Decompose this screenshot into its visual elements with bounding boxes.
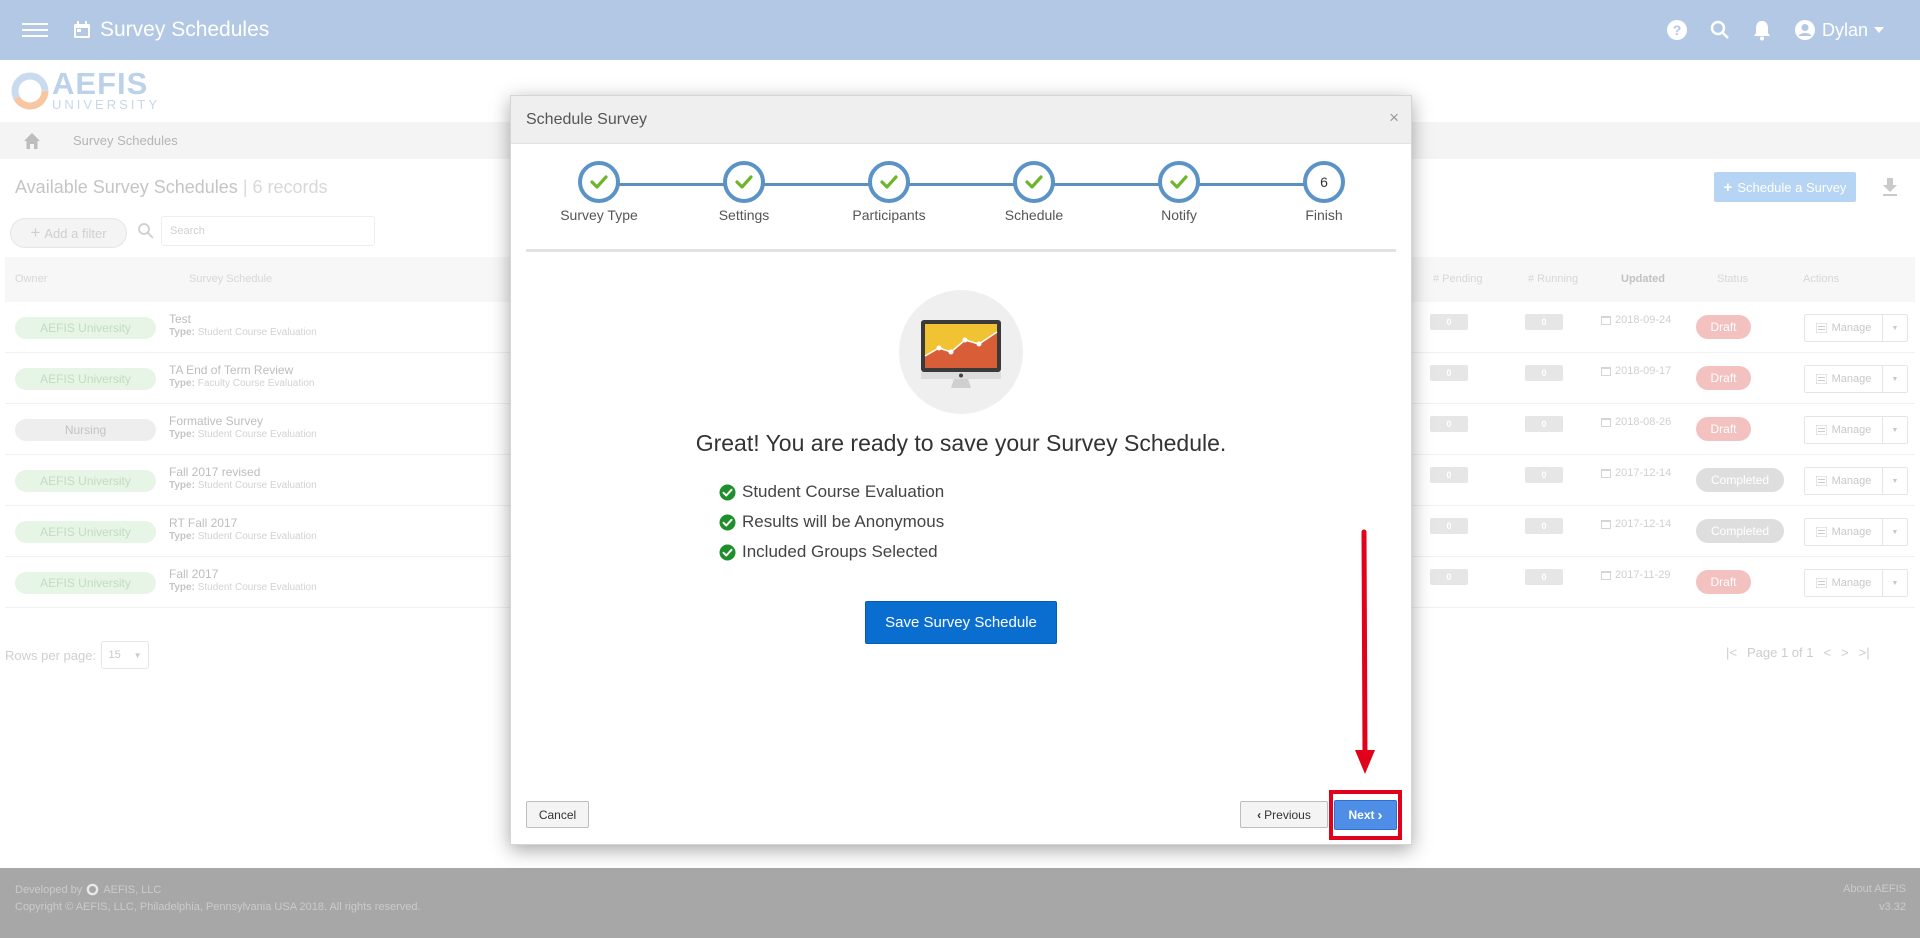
- step-circle: [1158, 161, 1200, 203]
- step-label: Notify: [1161, 207, 1197, 223]
- user-name: Dylan: [1821, 19, 1868, 40]
- finish-title: Great! You are ready to save your Survey…: [695, 430, 1227, 456]
- bell-icon[interactable]: [1752, 19, 1772, 41]
- chevron-down-icon: [1874, 27, 1884, 33]
- modal-header: Schedule Survey ×: [511, 96, 1411, 144]
- app-title: Survey Schedules: [100, 18, 270, 41]
- summary-text: Included Groups Selected: [742, 542, 938, 561]
- step-circle: 6: [1303, 161, 1345, 203]
- close-icon[interactable]: ×: [1389, 108, 1399, 128]
- check-icon: [1170, 175, 1188, 189]
- previous-button[interactable]: ‹ Previous: [1240, 801, 1328, 828]
- summary-text: Results will be Anonymous: [742, 512, 945, 531]
- step-number: 6: [1320, 174, 1328, 190]
- wizard-step-notify[interactable]: Notify: [1119, 161, 1239, 223]
- search-icon[interactable]: [1710, 20, 1730, 40]
- wizard-step-survey-type[interactable]: Survey Type: [539, 161, 659, 223]
- topbar-actions: ? Dylan: [1666, 0, 1884, 60]
- summary-item: Included Groups Selected: [719, 537, 944, 567]
- summary-text: Student Course Evaluation: [742, 482, 945, 501]
- chevron-left-icon: ‹: [1257, 807, 1262, 822]
- step-circle: [868, 161, 910, 203]
- next-button[interactable]: Next ›: [1334, 800, 1397, 830]
- wizard-step-finish[interactable]: 6 Finish: [1264, 161, 1384, 223]
- wizard-step-schedule[interactable]: Schedule: [974, 161, 1094, 223]
- step-label: Schedule: [1004, 207, 1064, 223]
- step-label: Finish: [1305, 207, 1343, 223]
- summary-item: Student Course Evaluation: [719, 477, 944, 507]
- monitor-chart-icon: [899, 290, 1023, 414]
- check-icon: [880, 175, 898, 189]
- top-bar: Survey Schedules ? Dylan: [0, 0, 1920, 60]
- save-survey-schedule-button[interactable]: Save Survey Schedule: [865, 601, 1057, 644]
- cancel-button[interactable]: Cancel: [526, 801, 589, 828]
- user-icon: [1794, 20, 1815, 40]
- svg-text:?: ?: [1673, 22, 1682, 38]
- check-icon: [1025, 175, 1043, 189]
- step-label: Participants: [852, 207, 926, 223]
- schedule-survey-modal: Schedule Survey × Survey Type Settings Par…: [510, 95, 1412, 845]
- annotation-arrow: [1355, 529, 1375, 774]
- calendar-icon: [74, 21, 90, 38]
- wizard-step-participants[interactable]: Participants: [829, 161, 949, 223]
- wizard-steps: Survey Type Settings Participants Schedule N…: [526, 144, 1396, 252]
- step-circle: [1013, 161, 1055, 203]
- finish-panel: Great! You are ready to save your Survey…: [511, 252, 1411, 739]
- modal-title: Schedule Survey: [526, 110, 647, 128]
- step-label: Settings: [718, 207, 770, 223]
- step-circle: [723, 161, 765, 203]
- chevron-right-icon: ›: [1377, 806, 1383, 824]
- hamburger-icon[interactable]: [20, 20, 50, 40]
- next-label: Next: [1348, 808, 1375, 822]
- user-menu[interactable]: Dylan: [1794, 19, 1884, 41]
- check-circle-icon: [719, 544, 736, 560]
- summary-item: Results will be Anonymous: [719, 507, 944, 537]
- previous-label: Previous: [1264, 807, 1311, 822]
- step-circle: [578, 161, 620, 203]
- check-icon: [590, 175, 608, 189]
- check-icon: [735, 175, 753, 189]
- summary-list: Student Course Evaluation Results will be…: [719, 477, 944, 567]
- wizard-step-settings[interactable]: Settings: [684, 161, 804, 223]
- check-circle-icon: [719, 514, 736, 530]
- check-circle-icon: [719, 484, 736, 500]
- step-label: Survey Type: [560, 207, 638, 223]
- help-icon[interactable]: ?: [1666, 19, 1688, 41]
